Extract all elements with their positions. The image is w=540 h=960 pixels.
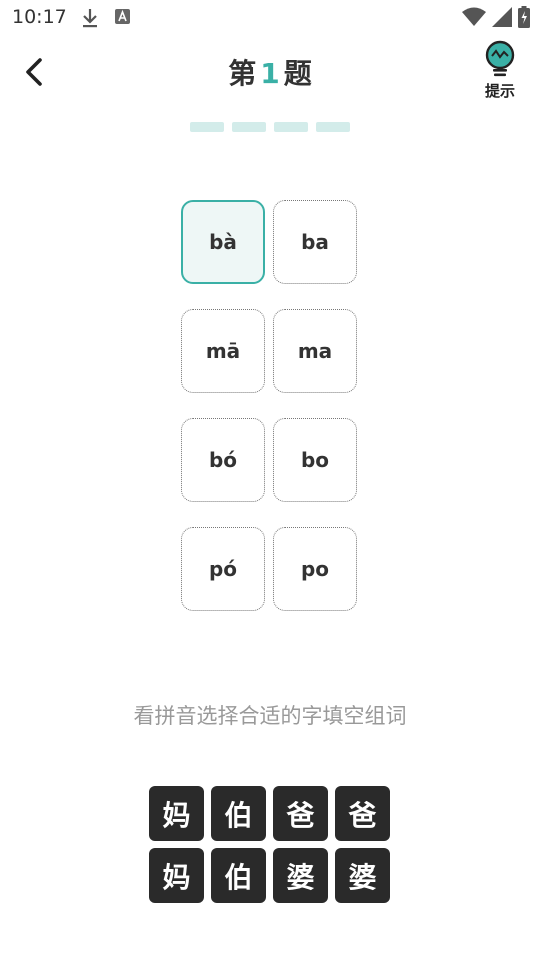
pinyin-slot-grid: bà ba mā ma bó bo pó po — [181, 200, 361, 611]
app-notification-icon — [115, 9, 130, 24]
pinyin-slot-8[interactable]: po — [273, 527, 357, 611]
character-option[interactable]: 妈 — [149, 786, 204, 841]
question-number: 1 — [260, 57, 280, 90]
character-option[interactable]: 婆 — [335, 848, 390, 903]
lightbulb-icon — [485, 40, 515, 77]
progress-segment — [232, 122, 266, 132]
wifi-icon — [462, 7, 486, 26]
question-progress — [190, 122, 350, 132]
character-option[interactable]: 爸 — [335, 786, 390, 841]
progress-segment — [274, 122, 308, 132]
hint-button[interactable]: 提示 — [478, 40, 522, 104]
pinyin-slot-6[interactable]: bo — [273, 418, 357, 502]
status-time: 10:17 — [12, 6, 67, 28]
pinyin-slot-7[interactable]: pó — [181, 527, 265, 611]
title-prefix: 第 — [228, 57, 257, 90]
status-icons — [462, 6, 530, 28]
pinyin-slot-2[interactable]: ba — [273, 200, 357, 284]
character-option[interactable]: 妈 — [149, 848, 204, 903]
title-suffix: 题 — [283, 57, 312, 90]
character-option[interactable]: 伯 — [211, 848, 266, 903]
pinyin-slot-1[interactable]: bà — [181, 200, 265, 284]
status-bar: 10:17 — [0, 0, 540, 36]
pinyin-slot-4[interactable]: ma — [273, 309, 357, 393]
signal-icon — [492, 7, 512, 27]
hint-label: 提示 — [484, 82, 515, 100]
character-option[interactable]: 婆 — [273, 848, 328, 903]
character-option[interactable]: 伯 — [211, 786, 266, 841]
progress-segment — [190, 122, 224, 132]
pinyin-slot-5[interactable]: bó — [181, 418, 265, 502]
page-title: 第1题 — [0, 52, 540, 92]
character-choices: 妈 伯 爸 爸 妈 伯 婆 婆 — [149, 786, 393, 903]
download-icon — [83, 9, 97, 28]
character-option[interactable]: 爸 — [273, 786, 328, 841]
instruction-text: 看拼音选择合适的字填空组词 — [133, 704, 407, 728]
pinyin-slot-3[interactable]: mā — [181, 309, 265, 393]
progress-segment — [316, 122, 350, 132]
battery-icon — [518, 6, 530, 28]
